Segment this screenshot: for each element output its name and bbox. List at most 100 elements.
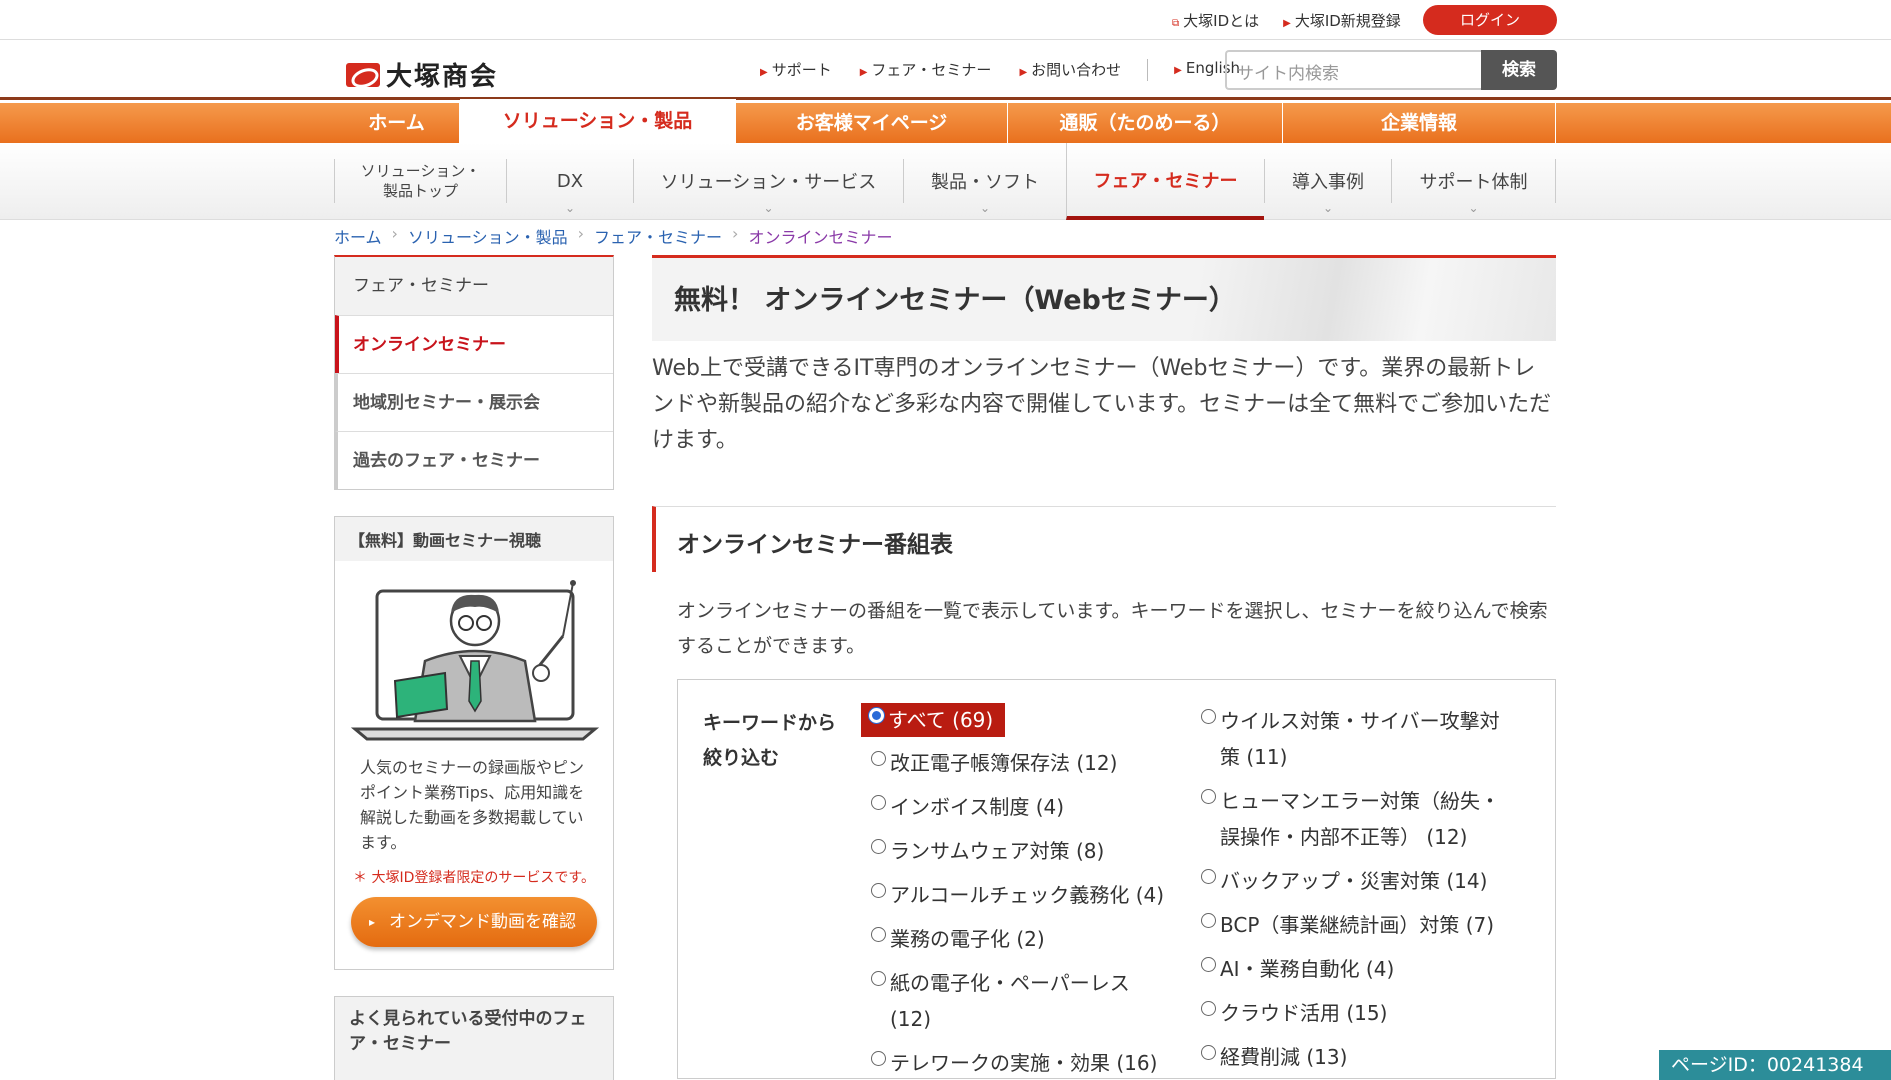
- side-nav-past-seminar[interactable]: 過去のフェア・セミナー: [335, 431, 613, 489]
- subnav-cases[interactable]: 導入事例 ⌄: [1264, 159, 1391, 215]
- filter-options-right: ウイルス対策・サイバー攻撃対策 (11) ヒューマンエラー対策（紛失・誤操作・内…: [1191, 703, 1521, 1080]
- otsuka-logo-icon: [346, 62, 380, 87]
- subnav-products[interactable]: 製品・ソフト ⌄: [903, 159, 1066, 215]
- presenter-illustration: [335, 561, 613, 751]
- breadcrumb-solutions[interactable]: ソリューション・製品: [408, 224, 568, 248]
- radio-icon: [871, 971, 886, 986]
- breadcrumb-fair-seminar[interactable]: フェア・セミナー: [594, 224, 722, 248]
- otsuka-id-about-link[interactable]: ⧉ 大塚IDとは: [1172, 10, 1259, 31]
- section-lead: オンラインセミナーの番組を一覧で表示しています。キーワードを選択し、セミナーを絞…: [677, 600, 1548, 657]
- logo-text: 大塚商会: [386, 62, 499, 92]
- radio-icon: [1201, 789, 1216, 804]
- top-utility-bar: ⧉ 大塚IDとは ▶ 大塚ID新規登録 ログイン: [0, 0, 1891, 40]
- popular-seminars-box: よく見られている受付中のフェア・セミナー: [334, 996, 614, 1080]
- breadcrumb-current: オンラインセミナー: [748, 228, 893, 247]
- page-id-badge: ページID：00241384: [1659, 1050, 1891, 1080]
- side-nav-fair-seminar[interactable]: フェア・セミナー: [335, 257, 613, 315]
- radio-icon: [871, 1051, 886, 1066]
- login-button[interactable]: ログイン: [1423, 5, 1557, 35]
- filter-option[interactable]: バックアップ・災害対策 (14): [1191, 863, 1521, 899]
- filter-option[interactable]: インボイス制度 (4): [861, 789, 1171, 825]
- filter-option[interactable]: AI・業務自動化 (4): [1191, 951, 1521, 987]
- divider: [1147, 59, 1149, 81]
- chevron-down-icon: ⌄: [1322, 201, 1334, 215]
- filter-option-all[interactable]: すべて (69): [861, 703, 1006, 737]
- radio-icon: [871, 927, 886, 942]
- side-nav: フェア・セミナー オンラインセミナー 地域別セミナー・展示会 過去のフェア・セミ…: [334, 255, 614, 490]
- radio-icon: [871, 751, 886, 766]
- side-nav-regional-seminar[interactable]: 地域別セミナー・展示会: [335, 373, 613, 431]
- filter-option[interactable]: BCP（事業継続計画）対策 (7): [1191, 907, 1521, 943]
- filter-option[interactable]: ウイルス対策・サイバー攻撃対策 (11): [1191, 703, 1521, 775]
- main-nav: ホーム ソリューション・製品 お客様マイページ 通販（たのめーる） 企業情報: [0, 99, 1891, 143]
- nav-contact-link[interactable]: ▶ お問い合わせ: [1005, 59, 1135, 81]
- keyword-filter: キーワードから絞り込む すべて (69) 改正電子帳簿保存法 (12) インボイ…: [677, 679, 1556, 1079]
- ondemand-video-button[interactable]: オンデマンド動画を確認: [351, 897, 597, 947]
- video-box-heading: 【無料】動画セミナー視聴: [335, 517, 613, 561]
- video-box-note: ＊ 大塚ID登録者限定のサービスです。: [353, 870, 595, 886]
- otsuka-id-register-link[interactable]: ▶ 大塚ID新規登録: [1283, 10, 1401, 31]
- arrow-right-icon: ▶: [760, 67, 768, 78]
- subnav-dx[interactable]: DX ⌄: [506, 159, 633, 215]
- filter-option[interactable]: クラウド活用 (15): [1191, 995, 1521, 1031]
- chevron-down-icon: ⌄: [1468, 201, 1479, 215]
- sub-nav: ソリューション・ 製品トップ DX ⌄ ソリューション・サービス ⌄ 製品・ソフト ⌄…: [0, 143, 1891, 220]
- page-title: 無料！ オンラインセミナー（Webセミナー）: [652, 255, 1556, 341]
- filter-option[interactable]: アルコールチェック義務化 (4): [861, 877, 1171, 913]
- arrow-right-icon: ▶: [1019, 67, 1028, 78]
- arrow-right-icon: ▶: [1283, 18, 1291, 29]
- filter-option[interactable]: 改正電子帳簿保存法 (12): [861, 745, 1171, 781]
- video-box-description: 人気のセミナーの録画版やピンポイント業務Tips、応用知識を解説した動画を多数掲…: [360, 758, 585, 852]
- filter-option[interactable]: ヒューマンエラー対策（紛失・誤操作・内部不正等） (12): [1191, 783, 1521, 855]
- main-nav-tanomeru[interactable]: 通販（たのめーる）: [1008, 103, 1283, 143]
- chevron-right-icon: ›: [577, 224, 585, 243]
- filter-option[interactable]: 紙の電子化・ペーパーレス (12): [861, 965, 1171, 1037]
- chevron-down-icon: ⌄: [763, 201, 774, 215]
- radio-icon: [871, 883, 886, 898]
- filter-option[interactable]: 経費削減 (13): [1191, 1039, 1521, 1075]
- sidebar: フェア・セミナー オンラインセミナー 地域別セミナー・展示会 過去のフェア・セミ…: [334, 255, 614, 1080]
- radio-icon: [871, 839, 886, 854]
- main-nav-company[interactable]: 企業情報: [1283, 103, 1556, 143]
- main-nav-solutions[interactable]: ソリューション・製品: [460, 99, 736, 143]
- filter-label: キーワードから絞り込む: [703, 712, 837, 769]
- external-link-icon: ⧉: [1172, 18, 1180, 29]
- video-seminar-box: 【無料】動画セミナー視聴 人気のセミナーの録画版やピンポイント業務Tips、応用…: [334, 516, 614, 970]
- main-nav-mypage[interactable]: お客様マイページ: [736, 103, 1008, 143]
- breadcrumb: ホーム › ソリューション・製品 › フェア・セミナー › オンラインセミナー: [334, 224, 892, 248]
- subnav-services[interactable]: ソリューション・サービス ⌄: [633, 159, 903, 215]
- breadcrumb-home[interactable]: ホーム: [334, 224, 382, 248]
- radio-icon: [1201, 913, 1216, 928]
- radio-icon: [1201, 1001, 1216, 1016]
- chevron-down-icon: ⌄: [979, 201, 991, 215]
- radio-icon: [1201, 709, 1216, 724]
- global-nav: ▶ サポート ▶ フェア・セミナー ▶ お問い合わせ ▶ English: [746, 59, 1254, 81]
- filter-option[interactable]: ランサムウェア対策 (8): [861, 833, 1171, 869]
- subnav-solutions-top[interactable]: ソリューション・ 製品トップ: [334, 159, 506, 203]
- site-search: サイト内検索 検索: [1225, 50, 1557, 90]
- popular-box-heading: よく見られている受付中のフェア・セミナー: [349, 1009, 587, 1054]
- top-links: ⧉ 大塚IDとは ▶ 大塚ID新規登録: [1172, 10, 1401, 31]
- nav-fair-seminar-link[interactable]: ▶ フェア・セミナー: [846, 59, 1006, 81]
- radio-icon: [1201, 957, 1216, 972]
- radio-icon: [871, 795, 886, 810]
- side-nav-online-seminar[interactable]: オンラインセミナー: [335, 315, 613, 373]
- filter-option[interactable]: テレワークの実施・効果 (16): [861, 1045, 1171, 1080]
- search-input[interactable]: サイト内検索: [1225, 50, 1481, 90]
- main-nav-home[interactable]: ホーム: [334, 103, 460, 143]
- radio-icon: [1201, 1045, 1216, 1060]
- site-logo[interactable]: 大塚商会: [346, 56, 498, 93]
- subnav-support[interactable]: サポート体制 ⌄: [1391, 159, 1556, 215]
- site-header: 大塚商会 ▶ サポート ▶ フェア・セミナー ▶ お問い合わせ ▶ English サイ…: [0, 40, 1891, 100]
- arrow-right-icon: ▶: [1174, 65, 1182, 76]
- radio-icon: [869, 708, 884, 723]
- filter-option[interactable]: 業務の電子化 (2): [861, 921, 1171, 957]
- main-content: 無料！ オンラインセミナー（Webセミナー） Web上で受講できるIT専門のオン…: [652, 255, 1556, 1079]
- section-title: オンラインセミナー番組表: [652, 506, 1556, 572]
- subnav-fair-seminar[interactable]: フェア・セミナー: [1066, 143, 1264, 220]
- search-button[interactable]: 検索: [1481, 50, 1557, 90]
- nav-support-link[interactable]: ▶ サポート: [746, 59, 846, 81]
- intro-text: Web上で受講できるIT専門のオンラインセミナー（Webセミナー）です。業界の最…: [652, 356, 1552, 453]
- arrow-right-icon: ▶: [859, 67, 868, 78]
- chevron-down-icon: ⌄: [564, 201, 576, 215]
